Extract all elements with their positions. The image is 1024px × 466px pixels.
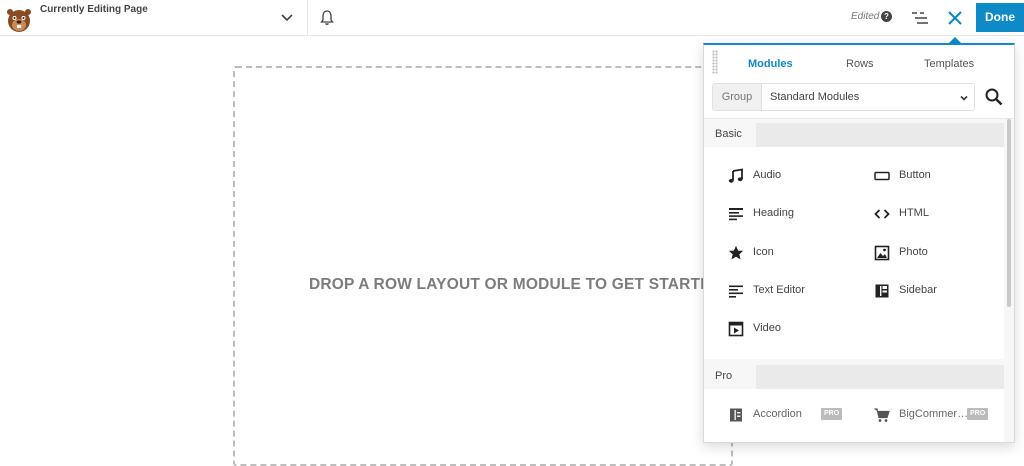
tab-modules[interactable]: Modules [748,58,793,70]
pro-badge: PRO [967,408,989,420]
module-accordion[interactable]: Accordion PRO [728,405,858,425]
cart-icon [874,408,890,422]
chevron-down-icon[interactable] [280,10,294,24]
sidebar-icon [875,284,889,298]
outline-list-icon[interactable] [910,9,930,27]
module-bigcommerce[interactable]: BigCommer… PRO [874,405,1004,425]
drag-handle-icon[interactable] [712,50,718,74]
video-icon [728,321,744,337]
edited-status: Edited [851,11,880,22]
content-panel: Modules Rows Templates Group Standard Mo… [703,43,1015,443]
done-button[interactable]: Done [976,3,1024,32]
modules-list[interactable]: Basic Audio Button Heading HTML Icon Pho… [704,118,1014,442]
accordion-icon [730,408,742,422]
drop-zone[interactable] [233,66,733,466]
photo-icon [874,245,890,261]
group-selected-value: Standard Modules [770,91,860,103]
toolbar-divider [307,0,308,36]
group-select[interactable]: Group Standard Modules [712,83,975,111]
text-editor-icon [729,285,743,298]
help-icon[interactable]: ? [881,11,892,22]
search-icon[interactable] [984,87,1004,107]
tab-templates[interactable]: Templates [924,58,974,70]
page-title: Currently Editing Page [40,4,148,15]
drop-zone-message: DROP A ROW LAYOUT OR MODULE TO GET START… [309,276,723,293]
beaver-logo-icon[interactable] [4,4,34,34]
section-basic: Basic Audio Button Heading HTML Icon Pho… [704,123,1004,359]
pro-badge: PRO [821,408,843,420]
chevron-down-icon [960,95,968,101]
audio-icon [728,168,743,183]
html-icon [874,209,890,219]
group-label: Group [713,84,762,110]
section-title: Pro [704,365,756,389]
top-toolbar: Currently Editing Page Edited ? Done [0,0,1024,36]
tab-rows[interactable]: Rows [846,58,874,70]
section-pro: Pro Accordion PRO BigCommer… PRO [704,365,1004,442]
button-icon [874,171,890,181]
scrollbar-thumb[interactable] [1007,119,1011,307]
section-title: Basic [704,123,756,147]
star-icon [728,245,744,260]
heading-icon [729,208,743,221]
close-icon[interactable] [946,9,964,27]
bell-icon[interactable] [319,9,335,26]
